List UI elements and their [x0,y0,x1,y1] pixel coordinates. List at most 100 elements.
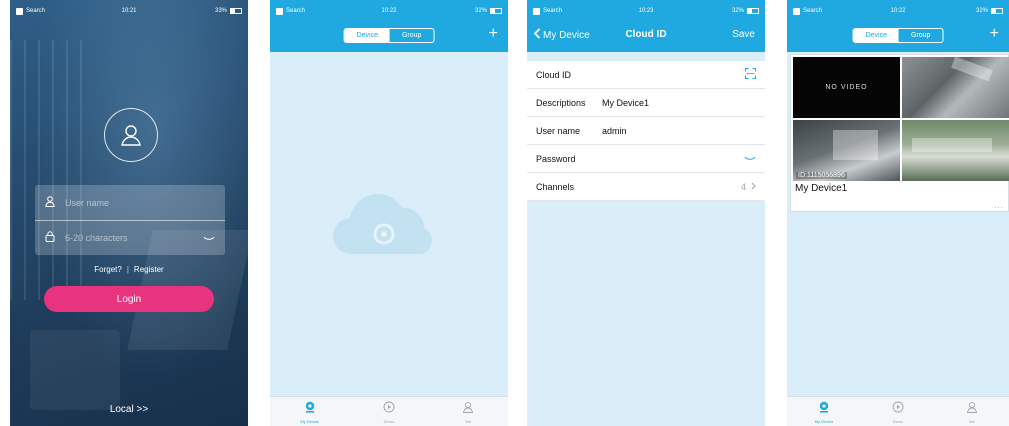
empty-device-area [270,52,508,396]
channel-2-preview [902,57,1009,118]
password-row [35,220,225,255]
tab-label: Me [969,418,975,424]
user-avatar-icon [104,108,158,162]
app-switch-icon [16,7,23,15]
device-list-empty-screen: Search 10:22 32% Device Group + My Devic… [270,0,508,426]
device-group-toggle: Device Group [852,28,944,43]
tab-demo[interactable]: Demo [349,397,428,426]
navbar: Search 10:22 32% Device Group + [787,0,1009,52]
eye-icon[interactable] [744,154,756,164]
tab-group[interactable]: Group [899,29,942,42]
tab-device[interactable]: Device [853,29,899,42]
tab-label: Demo [383,418,395,424]
account-links: Forget? | Register [10,265,248,274]
tab-device[interactable]: Device [344,29,390,42]
play-circle-icon [383,400,395,418]
status-time: 10:21 [121,8,137,14]
play-circle-icon [892,400,904,418]
eye-icon[interactable] [203,229,215,247]
device-id: ID:1115056896 [796,172,847,179]
cloud-icon [330,192,442,267]
more-options-button[interactable]: ... [994,201,1004,210]
tab-my-device[interactable]: My Device [270,397,349,426]
tab-my-device[interactable]: My Device [787,397,861,426]
channel-4-preview [902,120,1009,181]
form-row-password[interactable]: Password [527,145,765,173]
status-time: 10:23 [638,8,654,14]
bottom-tabbar: My Device Demo Me [270,396,508,426]
login-form [35,185,225,255]
password-input[interactable] [65,233,193,243]
row-label: Descriptions [536,97,586,108]
qr-scan-icon[interactable] [745,68,756,81]
tab-label: Demo [892,418,904,424]
carrier-label: Search [26,8,46,14]
descriptions-input[interactable]: My Device1 [602,98,756,108]
tab-group[interactable]: Group [390,29,433,42]
camera-scene-shape [912,138,992,152]
form-row-username[interactable]: User name admin [527,117,765,145]
battery-percent: 32% [975,8,988,14]
chevron-right-icon [751,182,756,192]
add-device-button[interactable]: + [990,26,999,42]
device-list-screen: Search 10:22 32% Device Group + NO VIDEO… [787,0,1009,426]
chevron-left-icon [533,28,541,42]
local-login-link[interactable]: Local >> [10,404,248,415]
navbar: Search 10:22 32% Device Group + [270,0,508,52]
device-name: My Device1 [795,183,848,194]
battery-percent: 32% [731,8,744,14]
save-button[interactable]: Save [732,29,755,40]
background-photo-stripes [10,40,90,300]
tab-demo[interactable]: Demo [861,397,935,426]
no-video-label: NO VIDEO [825,84,868,91]
person-icon [45,194,55,212]
carrier-label: Search [286,8,306,14]
link-separator: | [126,265,129,274]
battery-icon [747,8,759,14]
app-switch-icon [276,7,283,15]
battery-percent: 32% [474,8,487,14]
username-row [35,185,225,220]
form-row-channels[interactable]: Channels 4 [527,173,765,201]
channel-1-preview: NO VIDEO [793,57,900,118]
camera-icon [304,400,316,418]
channels-value: 4 [740,181,746,192]
register-link[interactable]: Register [134,265,164,274]
login-button[interactable]: Login [44,286,214,312]
status-time: 10:22 [381,8,397,14]
app-switch-icon [793,7,800,15]
carrier-label: Search [803,8,823,14]
back-button[interactable]: My Device [533,28,590,42]
carrier-label: Search [543,8,563,14]
row-label: Password [536,153,576,164]
forget-link[interactable]: Forget? [94,265,122,274]
person-icon [462,400,474,418]
username-input[interactable] [65,197,215,208]
tab-me[interactable]: Me [429,397,508,426]
battery-percent: 33% [214,8,227,14]
tab-me[interactable]: Me [935,397,1009,426]
camera-icon [818,400,830,418]
username-input[interactable]: admin [602,126,756,136]
lock-icon [45,229,55,247]
form-row-cloud-id[interactable]: Cloud ID [527,61,765,89]
battery-icon [230,8,242,14]
device-card[interactable]: NO VIDEO ID:1115056896 My Device1 ... [790,54,1009,212]
login-screen: Search 10:21 33% Forget?|Register Login … [10,0,248,426]
camera-preview-grid[interactable]: NO VIDEO ID:1115056896 [793,57,1009,181]
channel-3-preview: ID:1115056896 [793,120,900,181]
row-label: Cloud ID [536,69,572,80]
tab-label: Me [465,418,472,424]
background-photo-sofa [30,330,120,410]
device-group-toggle: Device Group [343,28,435,43]
add-device-button[interactable]: + [489,26,498,42]
back-label: My Device [543,29,590,41]
battery-icon [991,8,1003,14]
camera-scene-shape [833,130,878,160]
row-label: User name [536,125,581,136]
bottom-tabbar: My Device Demo Me [787,396,1009,426]
cloud-id-screen: Search 10:23 32% My Device Cloud ID Save… [527,0,765,426]
tab-label: My Device [814,418,834,424]
form-row-descriptions[interactable]: Descriptions My Device1 [527,89,765,117]
status-bar: Search 10:22 32% [270,0,508,22]
